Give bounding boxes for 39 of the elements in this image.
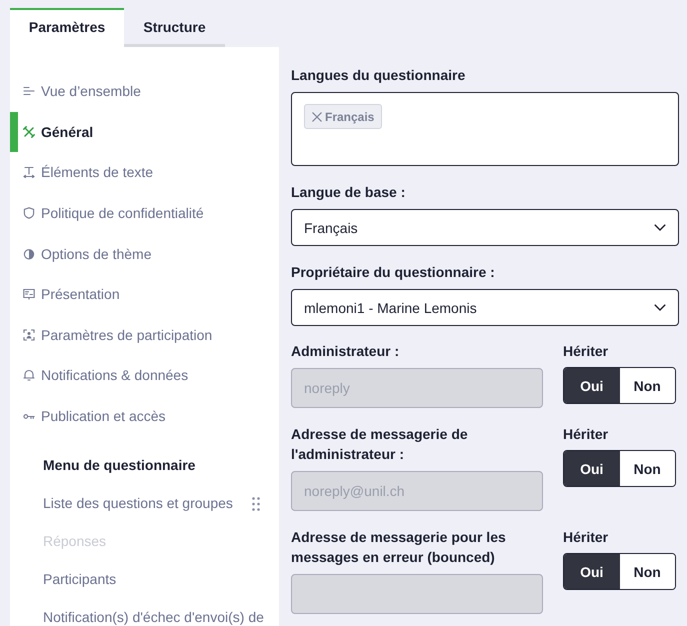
field-label: Adresse de messagerie de l'administrateur : bbox=[291, 425, 469, 464]
sidebar-item[interactable]: Options de thème bbox=[10, 233, 279, 274]
sidebar-item[interactable]: Éléments de texte bbox=[10, 152, 279, 193]
menu-link[interactable]: Participants bbox=[43, 571, 116, 588]
language-tag[interactable]: Français bbox=[304, 104, 382, 129]
bell-icon bbox=[23, 369, 35, 382]
shield-icon bbox=[23, 206, 35, 219]
lines-icon bbox=[23, 85, 35, 98]
sidebar-item[interactable]: Politique de confidentialité bbox=[10, 192, 279, 234]
menu-link[interactable]: Liste des questions et groupes bbox=[43, 495, 233, 512]
contrast-icon bbox=[23, 248, 35, 260]
screen-icon bbox=[23, 288, 35, 300]
inherit-label: Hériter bbox=[563, 342, 610, 361]
sidebar-item[interactable]: Général bbox=[10, 112, 279, 152]
field-label: Administrateur : bbox=[291, 342, 400, 361]
chevron-down-icon bbox=[654, 224, 666, 231]
field-label: Langue de base : bbox=[291, 183, 406, 202]
crossed-tools-icon bbox=[23, 126, 35, 138]
sidebar-item[interactable]: Paramètres de participation bbox=[10, 314, 279, 355]
menu-heading: Menu de questionnaire bbox=[43, 456, 196, 476]
drag-handle-icon[interactable] bbox=[252, 496, 260, 511]
sidebar-item[interactable]: Présentation bbox=[10, 274, 279, 314]
remove-icon bbox=[312, 112, 322, 122]
menu-link[interactable]: Notification(s) d'échec d'envoi(s) de bbox=[43, 609, 264, 626]
select-field[interactable]: Français bbox=[291, 209, 679, 246]
text-height-icon bbox=[23, 166, 35, 178]
language-tags-field[interactable]: Français bbox=[291, 92, 679, 166]
sidebar-item[interactable]: Publication et accès bbox=[10, 396, 279, 436]
field-label: Adresse de messagerie pour les messages en erreur (bounced) bbox=[291, 528, 507, 567]
field-label: Langues du questionnaire bbox=[291, 66, 466, 85]
person-frame-icon bbox=[23, 328, 35, 341]
inherit-label: Hériter bbox=[563, 528, 610, 547]
field-label: Propriétaire du questionnaire : bbox=[291, 263, 496, 282]
select-field[interactable]: mlemoni1 - Marine Lemonis bbox=[291, 289, 679, 326]
inherit-label: Hériter bbox=[563, 425, 610, 444]
tab[interactable]: Paramètres bbox=[10, 8, 124, 47]
chevron-down-icon bbox=[654, 304, 666, 311]
sidebar-item[interactable]: Notifications & données bbox=[10, 354, 279, 396]
sidebar-item[interactable]: Vue d’ensemble bbox=[10, 71, 279, 112]
